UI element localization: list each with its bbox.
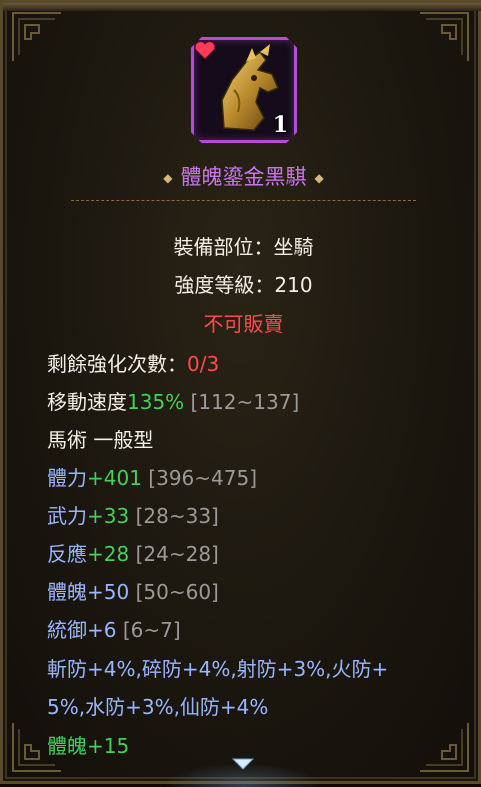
stat-range: [6~7] <box>122 618 181 642</box>
move-speed-line: 移動速度135% [112~137] <box>47 386 299 415</box>
stat-label: 體魄 <box>47 580 87 604</box>
enhance-value: 0/3 <box>187 352 220 376</box>
stat-value: +6 <box>87 618 117 642</box>
enhance-label: 剩餘強化次數： <box>47 352 187 376</box>
diamond-icon: ◆ <box>314 171 324 185</box>
tooltip-top-border <box>3 3 481 11</box>
divider <box>71 200 416 201</box>
move-speed-value: 135% <box>127 390 185 414</box>
stat-value: +401 <box>87 466 142 490</box>
stat-line: 體魄+50 [50~60] <box>47 576 219 605</box>
bonus-line: 體魄+15 <box>47 730 129 759</box>
not-sellable-text: 不可販賣 <box>203 312 284 336</box>
corner-ornament-icon <box>420 12 469 61</box>
move-speed-label: 移動速度 <box>47 390 127 414</box>
stat-label: 體力 <box>47 466 87 490</box>
stat-line: 體力+401 [396~475] <box>47 462 257 491</box>
item-tooltip-panel: 1 ◆ 體魄鎏金黑騏 ◆ 裝備部位：坐騎 強度等級：210 不可販賣 剩餘強化次數：… <box>0 0 481 787</box>
stat-value: +33 <box>87 504 130 528</box>
diamond-icon: ◆ <box>163 171 173 185</box>
stat-label: 統御 <box>47 618 87 642</box>
item-name: 體魄鎏金黑騏 <box>180 165 307 189</box>
stat-value: +28 <box>87 542 130 566</box>
heart-icon <box>194 41 216 60</box>
corner-ornament-icon <box>420 723 469 772</box>
stat-range: [396~475] <box>148 466 258 490</box>
power-level-text: 強度等級：210 <box>174 273 313 297</box>
corner-ornament-icon <box>12 12 61 61</box>
resist-line: 斬防+4%,碎防+4%,射防+3%,火防+ <box>47 657 389 681</box>
stat-line: 統御+6 [6~7] <box>47 614 181 643</box>
item-icon-slot[interactable]: 1 <box>191 37 297 143</box>
bonus-value: +15 <box>87 734 130 758</box>
stat-label: 武力 <box>47 504 87 528</box>
horse-type-line: 馬術 一般型 <box>47 428 154 452</box>
move-speed-range: [112~137] <box>190 390 300 414</box>
equip-slot-text: 裝備部位：坐騎 <box>173 235 314 259</box>
bonus-label: 體魄 <box>47 734 87 758</box>
enhance-count-line: 剩餘強化次數：0/3 <box>47 348 219 377</box>
stat-range: [24~28] <box>135 542 219 566</box>
stat-value: +50 <box>87 580 130 604</box>
stat-label: 反應 <box>47 542 87 566</box>
stat-range: [28~33] <box>135 504 219 528</box>
stat-line: 武力+33 [28~33] <box>47 500 219 529</box>
scroll-down-arrow-icon[interactable] <box>232 757 254 771</box>
resist-line: 5%,水防+3%,仙防+4% <box>47 695 269 719</box>
stat-line: 反應+28 [24~28] <box>47 538 219 567</box>
item-name-row: ◆ 體魄鎏金黑騏 ◆ <box>3 161 481 191</box>
stack-count: 1 <box>272 112 288 138</box>
stat-range: [50~60] <box>135 580 219 604</box>
